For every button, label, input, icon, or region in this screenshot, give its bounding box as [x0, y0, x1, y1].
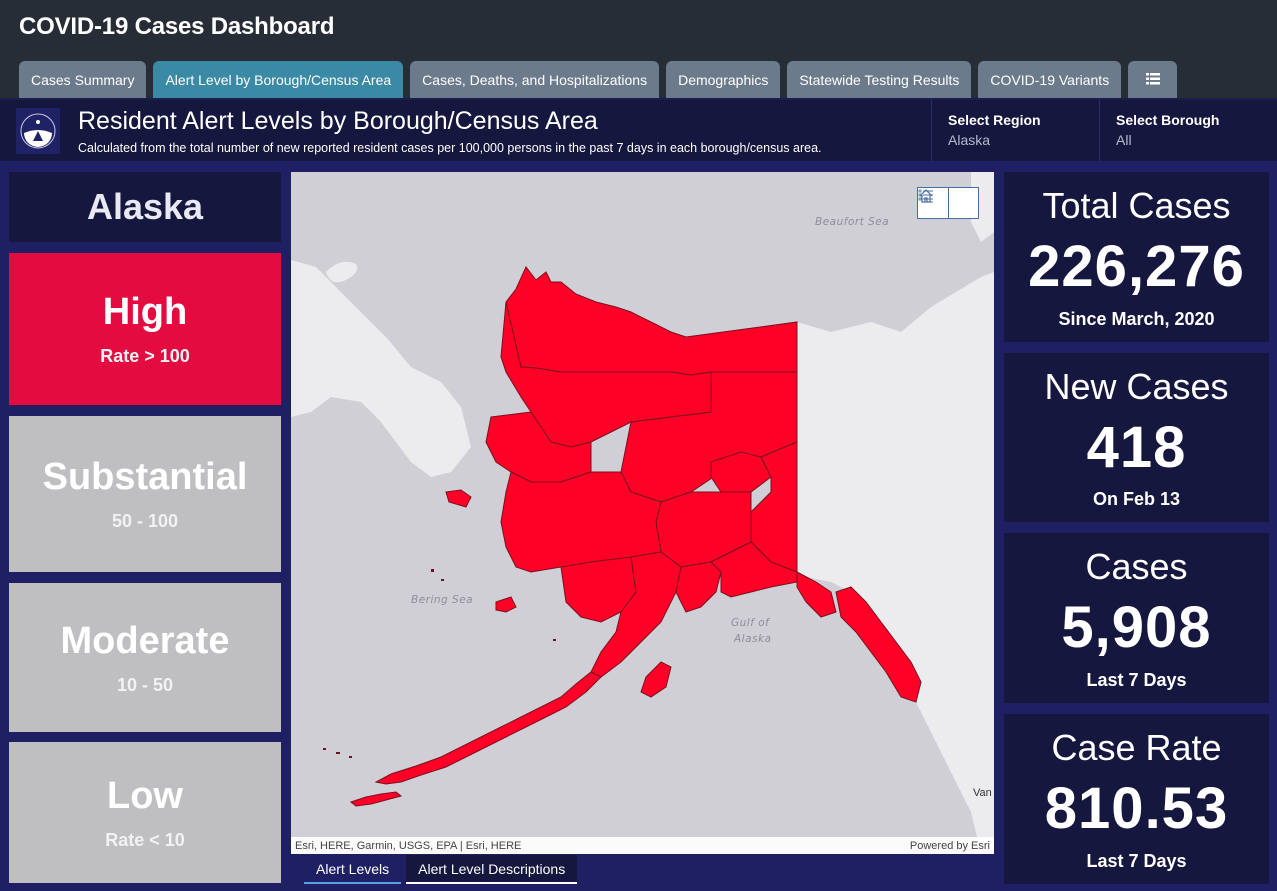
attribution-sources[interactable]: Esri, HERE, Garmin, USGS, EPA | Esri, HE…: [295, 840, 521, 852]
island-nunivak: [495, 596, 517, 613]
tab-covid-variants[interactable]: COVID-19 Variants: [978, 61, 1122, 98]
alert-level-range: 10 - 50: [116, 674, 174, 695]
tab-alert-levels[interactable]: Alert Levels: [304, 855, 402, 884]
stat-subtitle: Since March, 2020: [1058, 309, 1215, 329]
tab-cases-deaths-hospitalizations[interactable]: Cases, Deaths, and Hospitalizations: [410, 61, 660, 98]
borough-selector-label: Select Borough: [1116, 112, 1220, 128]
borough-kodiak: [640, 661, 672, 698]
top-bar: COVID-19 Cases Dashboard Cases Summary A…: [0, 0, 1277, 98]
state-seal-logo: [16, 108, 60, 154]
alert-level-name: Substantial: [42, 456, 248, 498]
land-russia: [291, 260, 471, 477]
stat-title: Total Cases: [1042, 185, 1231, 226]
stat-new-cases: New Cases 418 On Feb 13: [1004, 353, 1269, 522]
land-canada: [797, 272, 994, 854]
tab-cases-summary[interactable]: Cases Summary: [19, 61, 147, 98]
label-gulf-of-alaska-2: Alaska: [734, 633, 772, 645]
page-title: Resident Alert Levels by Borough/Census …: [78, 107, 598, 135]
legend-list-icon: [918, 189, 933, 203]
region-selector[interactable]: Select Region Alaska: [931, 100, 1099, 161]
alert-level-map[interactable]: Beaufort Sea Bering Sea Gulf of Alaska V…: [291, 172, 994, 854]
alert-level-name: Low: [107, 774, 183, 817]
dashboard-tabs: Cases Summary Alert Level by Borough/Cen…: [19, 61, 1184, 98]
map-controls: [917, 187, 979, 219]
tab-more-menu[interactable]: [1128, 61, 1178, 98]
stat-value: 810.53: [1044, 776, 1229, 841]
list-menu-icon: [1145, 72, 1160, 88]
page-subtitle: Calculated from the total number of new …: [78, 141, 822, 155]
aleutian-west-islands: [349, 791, 403, 807]
map-attribution: Esri, HERE, Garmin, USGS, EPA | Esri, HE…: [291, 837, 994, 854]
alert-level-range: Rate > 100: [100, 346, 190, 366]
tab-statewide-testing[interactable]: Statewide Testing Results: [787, 61, 972, 98]
alert-level-substantial: Substantial 50 - 100: [9, 416, 281, 572]
stat-cases-7-days: Cases 5,908 Last 7 Days: [1004, 533, 1269, 703]
tab-demographics[interactable]: Demographics: [666, 61, 781, 98]
borough-north-slope: [505, 266, 798, 376]
alert-level-name: Moderate: [60, 619, 230, 662]
stat-value: 5,908: [1061, 595, 1212, 660]
page-header: Resident Alert Levels by Borough/Census …: [0, 98, 1277, 161]
tab-alert-level[interactable]: Alert Level by Borough/Census Area: [153, 61, 404, 98]
label-vancouver: Van: [973, 787, 992, 799]
map-bottom-tabs: Alert Levels Alert Level Descriptions: [304, 855, 578, 884]
stat-title: Cases: [1085, 546, 1188, 587]
tab-alert-level-descriptions[interactable]: Alert Level Descriptions: [406, 855, 578, 884]
alert-level-range: 50 - 100: [111, 511, 179, 531]
region-selector-label: Select Region: [948, 112, 1041, 128]
borough-kenai: [675, 561, 722, 613]
attribution-powered-by[interactable]: Powered by Esri: [910, 840, 990, 852]
stat-total-cases: Total Cases 226,276 Since March, 2020: [1004, 172, 1269, 342]
stat-subtitle: Last 7 Days: [1086, 670, 1187, 690]
stat-subtitle: Last 7 Days: [1086, 851, 1187, 871]
label-gulf-of-alaska-1: Gulf of: [731, 617, 770, 629]
stat-value: 226,276: [1028, 234, 1245, 299]
borough-aleutians: [374, 671, 602, 785]
label-bering-sea: Bering Sea: [411, 594, 474, 606]
map-canvas[interactable]: [291, 172, 994, 854]
borough-selector-value[interactable]: All: [1116, 132, 1277, 148]
alert-level-moderate: Moderate 10 - 50: [9, 583, 281, 732]
stat-value: 418: [1086, 415, 1187, 480]
land-wrangel-island: [326, 261, 358, 283]
region-name-card: Alaska: [9, 172, 281, 242]
app-title: COVID-19 Cases Dashboard: [19, 13, 335, 40]
alert-level-name: High: [102, 291, 188, 333]
island-st-lawrence: [445, 489, 472, 508]
legend-button[interactable]: [918, 188, 978, 218]
stat-title: New Cases: [1044, 366, 1229, 407]
alert-level-low: Low Rate < 10: [9, 742, 281, 883]
alert-level-high: High Rate > 100: [9, 253, 281, 405]
stat-subtitle: On Feb 13: [1092, 489, 1181, 509]
region-selector-value[interactable]: Alaska: [948, 132, 1099, 148]
alert-level-range: Rate < 10: [105, 829, 185, 850]
stat-case-rate: Case Rate 810.53 Last 7 Days: [1004, 714, 1269, 884]
stat-title: Case Rate: [1051, 727, 1222, 768]
borough-selector[interactable]: Select Borough All: [1099, 100, 1277, 161]
label-beaufort-sea: Beaufort Sea: [815, 216, 890, 228]
